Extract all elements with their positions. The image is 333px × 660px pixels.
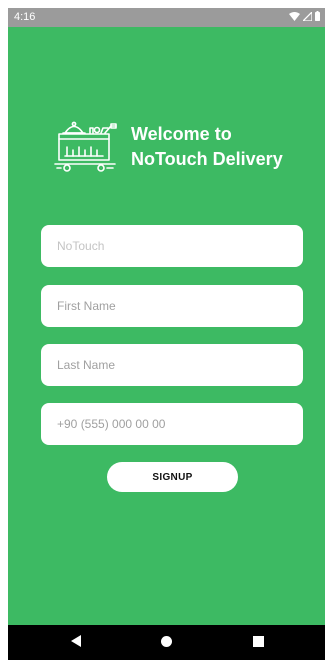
battery-icon	[315, 11, 320, 21]
welcome-title: Welcome to NoTouch Delivery	[131, 122, 311, 172]
status-icons	[289, 11, 320, 21]
back-icon	[71, 634, 81, 652]
home-icon	[160, 634, 172, 652]
phone-input[interactable]	[41, 403, 303, 445]
status-time: 4:16	[14, 11, 36, 23]
home-button[interactable]	[146, 625, 186, 660]
first-name-input[interactable]	[41, 285, 303, 327]
welcome-header: Welcome to NoTouch Delivery	[53, 118, 303, 180]
recents-icon	[252, 634, 264, 652]
welcome-line-2: NoTouch Delivery	[131, 149, 283, 169]
wifi-icon	[289, 11, 300, 21]
company-input[interactable]	[41, 225, 303, 267]
delivery-cart-icon	[53, 118, 119, 174]
back-button[interactable]	[56, 625, 96, 660]
navigation-bar	[8, 625, 325, 660]
signal-icon	[303, 11, 312, 21]
app-screen: 4:16 Welcome to NoTouch Delivery NoTouch…	[8, 8, 325, 660]
welcome-line-1: Welcome to	[131, 124, 232, 144]
status-bar: 4:16	[8, 8, 325, 27]
recents-button[interactable]	[238, 625, 278, 660]
last-name-input[interactable]	[41, 344, 303, 386]
signup-button[interactable]: SIGNUP	[107, 462, 238, 492]
